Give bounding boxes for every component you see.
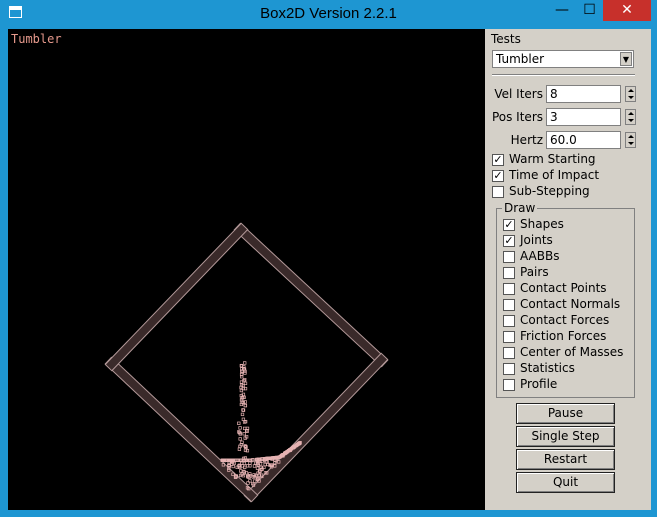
- option-checkbox-sub-stepping[interactable]: [492, 186, 504, 198]
- particle: [238, 437, 242, 441]
- quit-button[interactable]: Quit: [516, 472, 615, 493]
- draw-label-friction-forces[interactable]: Friction Forces: [520, 329, 606, 343]
- particle: [243, 361, 247, 365]
- chevron-down-icon[interactable]: ▼: [620, 52, 632, 66]
- pos-iters-label: Pos Iters: [491, 110, 543, 124]
- test-select-value: Tumbler: [496, 52, 545, 66]
- tumbler-wall: [104, 356, 259, 503]
- app-window: Box2D Version 2.2.1 — ☐ ✕ Tumbler Tests …: [0, 0, 657, 517]
- draw-checkbox-friction-forces[interactable]: [503, 331, 515, 343]
- draw-checkbox-center-of-masses[interactable]: [503, 347, 515, 359]
- close-button[interactable]: ✕: [603, 0, 651, 21]
- pos-iters-input[interactable]: 3: [546, 108, 621, 126]
- minimize-button[interactable]: —: [548, 0, 576, 21]
- separator: [492, 74, 635, 76]
- particle: [252, 464, 257, 468]
- option-label-warm-starting[interactable]: Warm Starting: [509, 152, 596, 166]
- draw-checkbox-contact-normals[interactable]: [503, 299, 515, 311]
- current-test-label: Tumbler: [11, 32, 62, 46]
- vel-iters-label: Vel Iters: [494, 87, 543, 101]
- particle: [238, 426, 242, 430]
- draw-label-pairs[interactable]: Pairs: [520, 265, 549, 279]
- test-select-dropdown[interactable]: Tumbler ▼: [492, 50, 634, 68]
- particle: [262, 465, 266, 470]
- simulation-scene: [104, 222, 389, 503]
- draw-checkbox-contact-forces[interactable]: [503, 315, 515, 327]
- draw-label-profile[interactable]: Profile: [520, 377, 557, 391]
- draw-label-joints[interactable]: Joints: [520, 233, 553, 247]
- title-bar[interactable]: Box2D Version 2.2.1 — ☐ ✕: [0, 0, 657, 28]
- particle: [240, 412, 245, 417]
- draw-checkbox-statistics[interactable]: [503, 363, 515, 375]
- tumbler-wall: [243, 352, 389, 503]
- option-checkbox-warm-starting[interactable]: ✓: [492, 154, 504, 166]
- particle: [237, 447, 242, 451]
- particle: [239, 469, 243, 473]
- draw-label-contact-forces[interactable]: Contact Forces: [520, 313, 609, 327]
- draw-label-aabbs[interactable]: AABBs: [520, 249, 559, 263]
- control-panel: Tests Tumbler ▼ Vel Iters 8 Pos Iters 3 …: [485, 29, 651, 510]
- draw-label-contact-points[interactable]: Contact Points: [520, 281, 607, 295]
- draw-label-center-of-masses[interactable]: Center of Masses: [520, 345, 623, 359]
- draw-group-label: Draw: [502, 201, 538, 215]
- pos-iters-stepper[interactable]: [625, 109, 636, 125]
- maximize-button[interactable]: ☐: [576, 0, 603, 21]
- simulation-viewport[interactable]: Tumbler: [8, 29, 485, 510]
- single-step-button[interactable]: Single Step: [516, 426, 615, 447]
- draw-checkbox-shapes[interactable]: ✓: [503, 219, 515, 231]
- vel-iters-input[interactable]: 8: [546, 85, 621, 103]
- draw-label-contact-normals[interactable]: Contact Normals: [520, 297, 620, 311]
- option-label-time-of-impact[interactable]: Time of Impact: [509, 168, 599, 182]
- draw-checkbox-pairs[interactable]: [503, 267, 515, 279]
- vel-iters-stepper[interactable]: [625, 86, 636, 102]
- hertz-input[interactable]: 60.0: [546, 131, 621, 149]
- particle: [237, 421, 241, 425]
- pause-button[interactable]: Pause: [516, 403, 615, 424]
- draw-checkbox-joints[interactable]: ✓: [503, 235, 515, 247]
- tests-label: Tests: [491, 32, 521, 46]
- draw-checkbox-profile[interactable]: [503, 379, 515, 391]
- restart-button[interactable]: Restart: [516, 449, 615, 470]
- option-checkbox-time-of-impact[interactable]: ✓: [492, 170, 504, 182]
- option-label-sub-stepping[interactable]: Sub-Stepping: [509, 184, 590, 198]
- particle: [242, 432, 246, 436]
- particle: [255, 466, 260, 470]
- hertz-stepper[interactable]: [625, 132, 636, 148]
- tumbler-wall: [233, 222, 389, 368]
- draw-label-shapes[interactable]: Shapes: [520, 217, 564, 231]
- draw-checkbox-contact-points[interactable]: [503, 283, 515, 295]
- draw-checkbox-aabbs[interactable]: [503, 251, 515, 263]
- tumbler-wall: [104, 222, 249, 372]
- particle-bodies: [220, 361, 302, 491]
- draw-label-statistics[interactable]: Statistics: [520, 361, 575, 375]
- hertz-label: Hertz: [510, 133, 543, 147]
